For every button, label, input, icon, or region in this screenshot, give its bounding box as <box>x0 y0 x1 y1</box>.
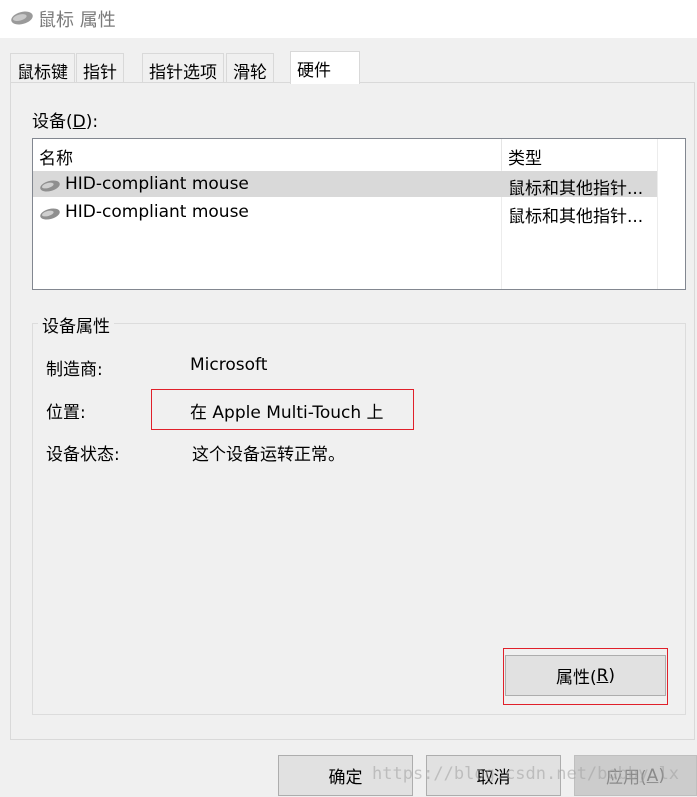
tab-pointer-options[interactable]: 指针选项 <box>142 53 224 83</box>
tab-hardware[interactable]: 硬件 <box>290 51 360 84</box>
tab-pointers[interactable]: 指针 <box>76 53 124 83</box>
location-label: 位置: <box>46 403 86 423</box>
apply-button[interactable]: 应用(A) <box>574 755 697 796</box>
location-value: 在 Apple Multi-Touch 上 <box>190 403 384 423</box>
mouse-icon <box>40 208 60 220</box>
device-type: 鼠标和其他指针... <box>508 179 644 199</box>
column-header-type[interactable]: 类型 <box>501 139 657 170</box>
window-title: 鼠标 属性 <box>38 10 116 31</box>
cancel-button[interactable]: 取消 <box>426 755 561 796</box>
mouse-icon <box>11 11 33 25</box>
device-list[interactable]: 名称 类型 HID-compliant mouse 鼠标和其他指针... HID… <box>32 138 686 290</box>
list-item[interactable]: HID-compliant mouse 鼠标和其他指针... <box>33 171 657 199</box>
devices-label: 设备(D): <box>32 112 99 132</box>
device-name: HID-compliant mouse <box>65 174 249 194</box>
tab-buttons[interactable]: 鼠标键 <box>10 53 75 83</box>
device-name: HID-compliant mouse <box>65 202 249 222</box>
ok-button[interactable]: 确定 <box>278 755 413 796</box>
title-bar: 鼠标 属性 <box>0 0 697 38</box>
column-header-name[interactable]: 名称 <box>33 139 501 170</box>
device-type: 鼠标和其他指针... <box>508 207 644 227</box>
status-value: 这个设备运转正常。 <box>192 445 345 465</box>
properties-button[interactable]: 属性(R) <box>505 655 666 696</box>
tab-wheel[interactable]: 滑轮 <box>226 53 274 83</box>
list-header: 名称 类型 <box>33 139 685 170</box>
manufacturer-value: Microsoft <box>190 355 268 375</box>
list-item[interactable]: HID-compliant mouse 鼠标和其他指针... <box>33 199 657 227</box>
mouse-icon <box>40 180 60 192</box>
status-label: 设备状态: <box>46 445 120 465</box>
manufacturer-label: 制造商: <box>46 360 103 380</box>
group-title: 设备属性 <box>38 312 114 337</box>
